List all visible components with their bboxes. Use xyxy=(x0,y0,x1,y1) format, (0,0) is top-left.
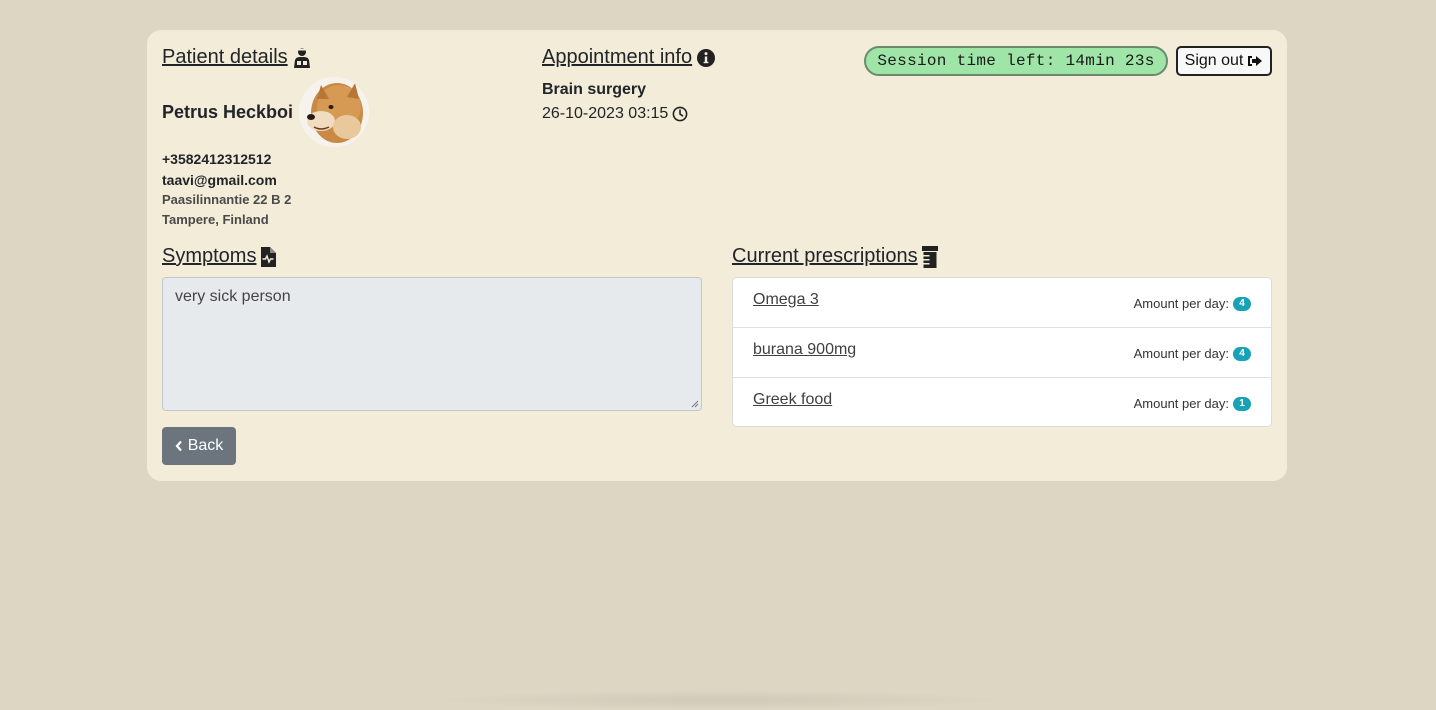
patient-phone: +3582412312512 xyxy=(162,151,272,167)
prescription-amount: Amount per day: 4 xyxy=(1134,296,1251,311)
prescription-name-link[interactable]: burana 900mg xyxy=(753,341,856,359)
symptoms-title-text: Symptoms xyxy=(162,245,257,267)
symptoms-text: very sick person xyxy=(175,288,291,305)
bottom-shadow xyxy=(430,690,1010,710)
prescription-amount: Amount per day: 1 xyxy=(1134,396,1251,411)
avatar-image xyxy=(299,77,369,147)
amount-badge: 4 xyxy=(1233,346,1251,361)
appointment-datetime: 26-10-2023 03:15 xyxy=(542,105,688,123)
amount-badge: 4 xyxy=(1233,296,1251,311)
prescription-name-link[interactable]: Omega 3 xyxy=(753,291,819,309)
sign-out-label: Sign out xyxy=(1184,52,1244,69)
amount-label: Amount per day: xyxy=(1133,396,1229,411)
file-medical-icon xyxy=(261,246,277,267)
back-label: Back xyxy=(187,437,224,454)
symptoms-title: Symptoms xyxy=(162,245,277,268)
appointment-info-title: Appointment info xyxy=(542,46,716,69)
prescription-amount: Amount per day: 4 xyxy=(1134,346,1251,361)
list-item: Greek food Amount per day: 1 xyxy=(733,377,1271,426)
prescriptions-title: Current prescriptions xyxy=(732,245,938,268)
patient-city: Tampere, Finland xyxy=(162,212,269,227)
chevron-left-icon xyxy=(175,440,182,452)
user-injured-icon xyxy=(293,47,310,68)
clock-icon xyxy=(672,106,688,122)
patient-details-title: Patient details xyxy=(162,46,312,69)
session-timer: Session time left: 14min 23s xyxy=(864,46,1168,76)
appointment-datetime-text: 26-10-2023 03:15 xyxy=(542,105,669,122)
prescription-name-link[interactable]: Greek food xyxy=(753,391,832,409)
resize-grip-icon[interactable] xyxy=(691,400,699,408)
back-button[interactable]: Back xyxy=(162,427,236,465)
patient-name: Petrus Heckboi xyxy=(162,102,294,122)
appointment-info-title-text: Appointment info xyxy=(542,46,693,68)
sign-out-button[interactable]: Sign out xyxy=(1176,46,1272,76)
patient-card: Patient details Petrus Heckboi +35824123… xyxy=(147,30,1287,481)
prescriptions-title-text: Current prescriptions xyxy=(732,245,918,267)
prescriptions-list: Omega 3 Amount per day: 4 burana 900mg A… xyxy=(732,277,1272,427)
patient-email: taavi@gmail.com xyxy=(162,172,277,188)
appointment-type: Brain surgery xyxy=(542,81,647,98)
sign-out-icon xyxy=(1248,56,1263,66)
list-item: burana 900mg Amount per day: 4 xyxy=(733,327,1271,376)
patient-address: Paasilinnantie 22 B 2 xyxy=(162,192,292,207)
patient-details-title-text: Patient details xyxy=(162,46,288,68)
amount-badge: 1 xyxy=(1233,396,1251,411)
amount-label: Amount per day: xyxy=(1133,296,1229,311)
prescription-bottle-icon xyxy=(921,245,938,268)
symptoms-textarea[interactable]: very sick person xyxy=(162,277,702,411)
list-item: Omega 3 Amount per day: 4 xyxy=(733,278,1271,327)
info-circle-icon xyxy=(697,48,716,67)
amount-label: Amount per day: xyxy=(1133,346,1229,361)
avatar xyxy=(299,77,369,147)
